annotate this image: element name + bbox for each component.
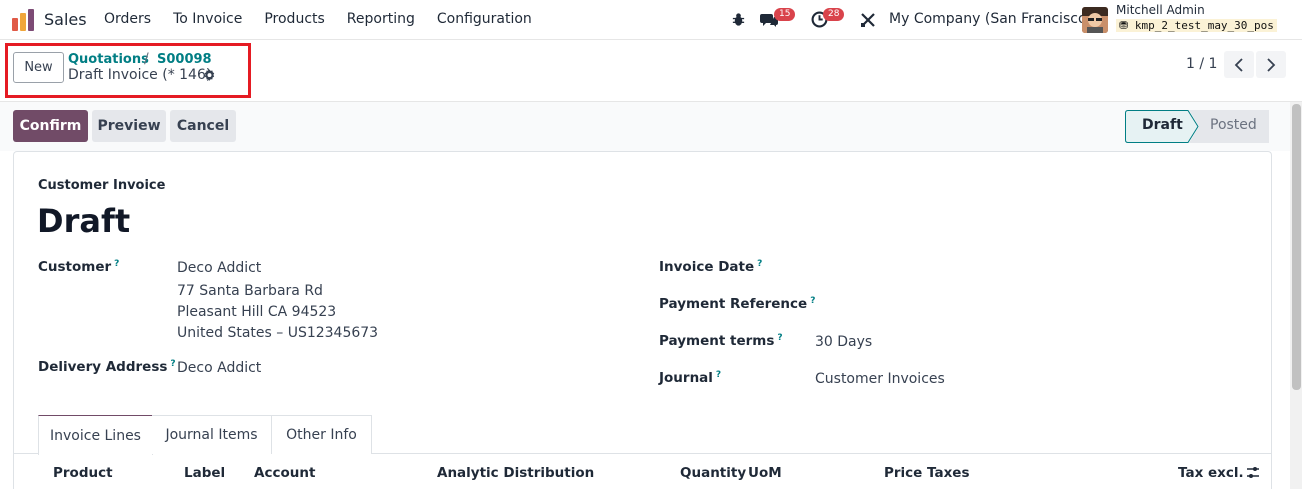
help-icon[interactable]: ? — [114, 259, 119, 269]
database-name: ⛃ kmp_2_test_may_30_pos — [1116, 19, 1277, 32]
customer-street: 77 Santa Barbara Rd — [177, 283, 323, 299]
delivery-address-label-text: Delivery Address — [38, 359, 168, 375]
user-name[interactable]: Mitchell Admin — [1116, 3, 1205, 17]
activities-badge: 28 — [823, 8, 845, 21]
customer-label-text: Customer — [38, 259, 112, 275]
column-label[interactable]: Label — [184, 465, 225, 481]
chevron-right-icon — [1267, 57, 1276, 72]
journal-label-text: Journal — [659, 370, 713, 386]
column-price[interactable]: Price — [884, 465, 922, 481]
database-icon: ⛃ — [1119, 19, 1135, 32]
sales-app-icon[interactable] — [11, 8, 35, 32]
main-menu: Orders To Invoice Products Reporting Con… — [104, 11, 554, 27]
delivery-address-field[interactable]: Deco Addict — [177, 360, 261, 376]
pager-previous[interactable] — [1224, 51, 1254, 78]
avatar-image — [1082, 7, 1108, 33]
tools-icon[interactable] — [860, 12, 876, 28]
document-type: Customer Invoice — [38, 178, 166, 193]
user-avatar[interactable] — [1082, 7, 1108, 33]
debug-bug-icon[interactable] — [731, 12, 746, 27]
pager-value[interactable]: 1 / 1 — [1186, 56, 1217, 72]
stage-posted-label: Posted — [1210, 117, 1257, 133]
help-icon[interactable]: ? — [716, 370, 721, 380]
pager-next[interactable] — [1256, 51, 1286, 78]
delivery-address-label: Delivery Address? — [38, 359, 176, 375]
customer-name[interactable]: Deco Addict — [177, 260, 261, 276]
document-title: Draft — [37, 202, 131, 240]
journal-field[interactable]: Customer Invoices — [815, 371, 945, 387]
payment-reference-field[interactable] — [815, 296, 1255, 316]
scrollbar-thumb[interactable] — [1292, 104, 1301, 390]
payment-terms-field[interactable]: 30 Days — [815, 334, 872, 350]
menu-reporting[interactable]: Reporting — [347, 11, 415, 27]
tab-other-info[interactable]: Other Info — [271, 415, 372, 454]
invoice-date-label: Invoice Date? — [659, 259, 762, 275]
database-label: kmp_2_test_may_30_pos — [1134, 19, 1274, 32]
column-uom[interactable]: UoM — [748, 465, 782, 481]
help-icon[interactable]: ? — [170, 359, 175, 369]
payment-terms-label: Payment terms? — [659, 333, 783, 349]
preview-button[interactable]: Preview — [92, 110, 166, 142]
column-settings-icon[interactable] — [1246, 466, 1260, 480]
stage-draft[interactable]: Draft — [1125, 110, 1199, 143]
column-account[interactable]: Account — [254, 465, 315, 481]
journal-label: Journal? — [659, 370, 721, 386]
invoice-date-field[interactable] — [815, 259, 1255, 279]
menu-products[interactable]: Products — [264, 11, 324, 27]
highlight-box — [5, 43, 251, 98]
stage-draft-label: Draft — [1142, 117, 1183, 133]
column-taxes[interactable]: Taxes — [927, 465, 969, 481]
invoice-date-label-text: Invoice Date — [659, 259, 755, 275]
menu-orders[interactable]: Orders — [104, 11, 151, 27]
column-quantity[interactable]: Quantity — [680, 465, 746, 481]
stage-posted[interactable]: Posted — [1189, 110, 1271, 143]
column-analytic-distribution[interactable]: Analytic Distribution — [437, 465, 594, 481]
confirm-button[interactable]: Confirm — [13, 110, 88, 142]
column-product[interactable]: Product — [53, 465, 113, 481]
payment-terms-label-text: Payment terms — [659, 333, 775, 349]
customer-label: Customer? — [38, 259, 119, 275]
payment-reference-label-text: Payment Reference — [659, 296, 808, 312]
cancel-button[interactable]: Cancel — [170, 110, 236, 142]
customer-country: United States – US12345673 — [177, 325, 379, 341]
customer-city: Pleasant Hill CA 94523 — [177, 304, 337, 320]
help-icon[interactable]: ? — [777, 333, 782, 343]
menu-to-invoice[interactable]: To Invoice — [173, 11, 242, 27]
chevron-left-icon — [1234, 57, 1243, 72]
top-navbar: Sales Orders To Invoice Products Reporti… — [0, 0, 1302, 40]
app-name[interactable]: Sales — [44, 10, 87, 29]
messages-badge: 15 — [774, 8, 796, 21]
tab-invoice-lines[interactable]: Invoice Lines — [38, 415, 153, 455]
tab-journal-items[interactable]: Journal Items — [152, 415, 272, 454]
company-switcher[interactable]: My Company (San Francisco) — [889, 11, 1092, 27]
help-icon[interactable]: ? — [757, 259, 762, 269]
menu-configuration[interactable]: Configuration — [437, 11, 532, 27]
column-tax-excl[interactable]: Tax excl. — [1178, 465, 1244, 481]
payment-reference-label: Payment Reference? — [659, 296, 815, 312]
